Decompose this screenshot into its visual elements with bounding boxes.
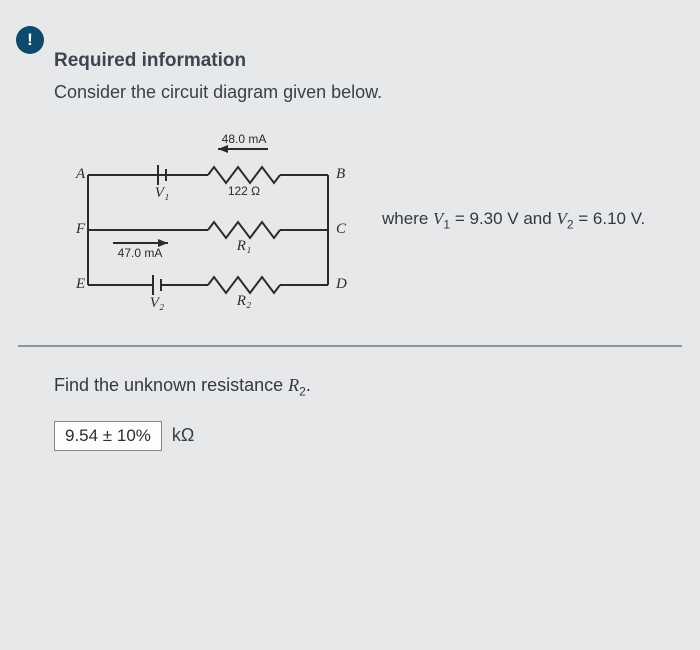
divider	[18, 345, 682, 347]
svg-text:A: A	[75, 166, 86, 182]
answer-unit: kΩ	[172, 425, 194, 446]
question-text: Find the unknown resistance R2.	[54, 375, 682, 399]
svg-text:C: C	[336, 221, 347, 237]
svg-text:47.0 mA: 47.0 mA	[118, 246, 163, 260]
where-text: where V1 = 9.30 V and V2 = 6.10 V.	[382, 209, 645, 231]
svg-text:E: E	[75, 276, 85, 292]
v2-symbol: V	[556, 209, 566, 228]
svg-text:V₁: V₁	[155, 185, 169, 201]
svg-text:48.0 mA: 48.0 mA	[222, 132, 267, 146]
v1-value: = 9.30 V and	[450, 209, 556, 228]
question-symbol: R	[288, 375, 299, 395]
svg-text:D: D	[335, 276, 347, 292]
svg-text:R₁: R₁	[236, 238, 251, 254]
v1-symbol: V	[433, 209, 443, 228]
svg-text:F: F	[75, 221, 86, 237]
problem-card: Required information Consider the circui…	[54, 50, 682, 451]
alert-icon: !	[16, 26, 44, 54]
v2-sub: 2	[567, 217, 574, 231]
question-suffix: .	[306, 375, 311, 395]
answer-row: 9.54 ± 10% kΩ	[54, 421, 682, 451]
answer-input[interactable]: 9.54 ± 10%	[54, 421, 162, 451]
svg-text:V₂: V₂	[150, 295, 164, 311]
where-prefix: where	[382, 209, 433, 228]
svg-text:B: B	[336, 166, 345, 182]
svg-text:122 Ω: 122 Ω	[228, 184, 260, 198]
question-prefix: Find the unknown resistance	[54, 375, 288, 395]
circuit-diagram: .wire { stroke:#2b2b2b; stroke-width:2; …	[58, 125, 358, 315]
section-title: Required information	[54, 50, 682, 72]
intro-text: Consider the circuit diagram given below…	[54, 82, 682, 103]
question-sub: 2	[299, 385, 306, 399]
svg-text:R₂: R₂	[236, 293, 251, 309]
v2-value: = 6.10 V.	[574, 209, 646, 228]
diagram-row: .wire { stroke:#2b2b2b; stroke-width:2; …	[58, 125, 682, 315]
